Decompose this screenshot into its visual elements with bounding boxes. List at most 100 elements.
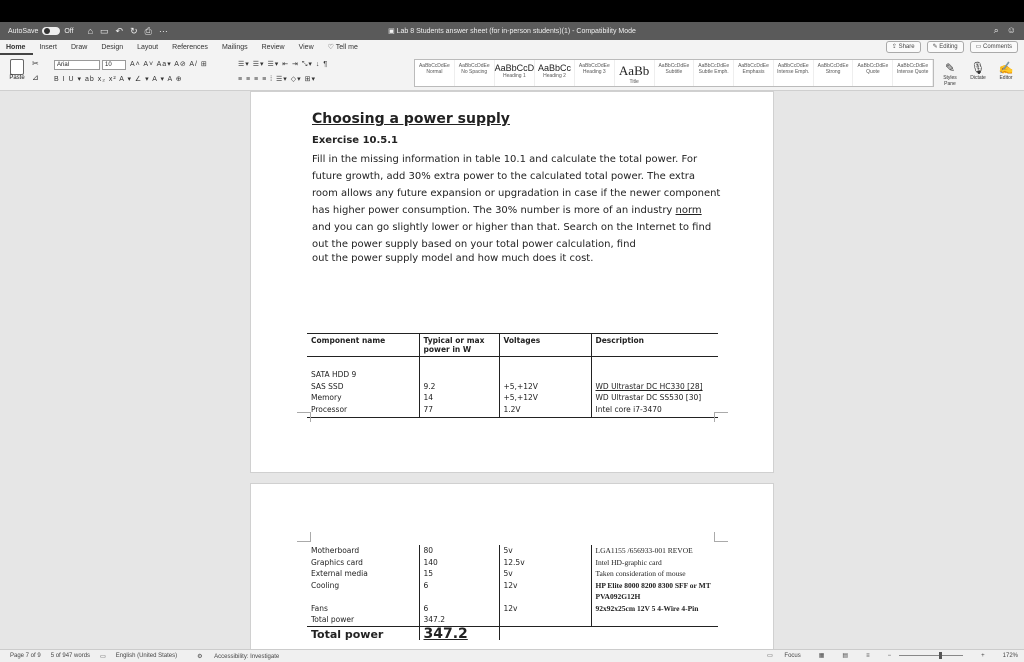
table-cell[interactable]: Intel HD-graphic card — [590, 556, 718, 568]
print-layout-icon[interactable]: ▦ — [819, 652, 825, 659]
table-cell[interactable]: 12v — [498, 602, 591, 614]
zoom-slider-knob[interactable] — [939, 652, 943, 659]
table-cell[interactable]: Memory — [307, 392, 419, 404]
tab-draw[interactable]: Draw — [65, 40, 95, 55]
table-cell[interactable]: SATA HDD 9 — [307, 357, 419, 381]
total-value[interactable]: 347.2 — [418, 625, 499, 641]
save-icon[interactable]: ▭ — [100, 26, 109, 37]
table-cell[interactable]: HP Elite 8000 8200 8300 SFF or MT PVA092… — [590, 579, 718, 603]
tab-insert[interactable]: Insert — [33, 40, 65, 55]
table-cell[interactable] — [590, 356, 718, 381]
account-icon[interactable]: ☺ — [1007, 25, 1016, 36]
style-normal[interactable]: AaBbCcDdEe Normal — [415, 60, 455, 86]
dictate-button[interactable]: 🎙 Dictate — [966, 61, 990, 81]
language-indicator[interactable]: English (United States) — [116, 653, 177, 659]
style-heading-1[interactable]: AaBbCcD Heading 1 — [495, 60, 536, 86]
total-label[interactable]: Total power — [307, 625, 419, 640]
undo-icon[interactable]: ↶ — [116, 26, 124, 37]
table-cell[interactable]: Motherboard — [307, 545, 419, 557]
table-cell[interactable]: 12.5v — [498, 556, 591, 568]
table-cell[interactable] — [590, 614, 718, 626]
style-heading-3[interactable]: AaBbCcDdEe Heading 3 — [575, 60, 615, 86]
tab-design[interactable]: Design — [95, 40, 131, 55]
list-buttons[interactable]: ☰▾ ☰▾ ☰▾ ⇤ ⇥ ⤡▾ ↓ ¶ — [238, 60, 328, 69]
accessibility-indicator[interactable]: ⚙ Accessibility: Investigate — [187, 653, 279, 660]
table-cell[interactable]: 77 — [418, 403, 499, 418]
font-name-select[interactable]: Arial — [54, 60, 100, 70]
table-cell[interactable]: 1.2V — [498, 403, 591, 418]
autosave-toggle[interactable]: AutoSave Off — [8, 27, 74, 35]
editing-button[interactable]: ✎ Editing — [926, 41, 964, 53]
share-button[interactable]: ⇪ Share — [885, 41, 921, 53]
table-cell[interactable]: 92x92x25cm 12V 5 4-Wire 4-Pin — [590, 602, 718, 614]
editor-button[interactable]: ✍ Editor — [994, 61, 1018, 81]
table-cell[interactable]: 80 — [418, 545, 499, 557]
styles-pane-button[interactable]: ✎ Styles Pane — [938, 61, 962, 87]
style-title[interactable]: AaBb Title — [615, 60, 655, 86]
alignment-buttons[interactable]: ≡ ≡ ≡ ≡ ⁞ ☰▾ ◇▾ ⊞▾ — [238, 75, 316, 83]
table-cell[interactable]: +5,+12V — [498, 380, 591, 392]
redo-icon[interactable]: ↻ — [130, 26, 138, 37]
tab-review[interactable]: Review — [256, 40, 293, 55]
table-cell[interactable]: 5v — [498, 568, 591, 580]
style-subtle-emphasis[interactable]: AaBbCcDdEe Subtle Emph. — [694, 60, 735, 86]
table-cell[interactable]: 140 — [418, 556, 499, 568]
table-cell[interactable]: Processor — [307, 403, 419, 418]
style-quote[interactable]: AaBbCcDdEe Quote — [853, 60, 894, 86]
font-size-grow-shrink[interactable]: A˄ A˅ Aa▾ A⊘ A/ ⊞ — [130, 60, 208, 68]
table-cell[interactable] — [498, 625, 591, 640]
table-cell[interactable]: 6 — [418, 602, 499, 614]
search-icon[interactable]: ⌕ — [994, 25, 999, 36]
tell-me-search[interactable]: ♡ Tell me — [322, 40, 366, 55]
font-format-buttons[interactable]: B I U ▾ ab x₂ x² A ▾ ∠ ▾ A ▾ A ⊕ — [54, 75, 183, 83]
comments-button[interactable]: ▭ Comments — [969, 41, 1018, 53]
font-size-select[interactable]: 10 — [102, 60, 126, 70]
format-painter-icon[interactable]: ⊿ — [32, 73, 40, 82]
table-cell[interactable] — [498, 356, 591, 381]
style-no-spacing[interactable]: AaBbCcDdEe No Spacing — [455, 60, 495, 86]
tab-layout[interactable]: Layout — [131, 40, 166, 55]
table-cell[interactable]: 347.2 — [418, 614, 499, 626]
tab-view[interactable]: View — [293, 40, 322, 55]
zoom-level[interactable]: 172% — [1003, 653, 1018, 659]
table-cell[interactable]: 15 — [418, 568, 499, 580]
zoom-slider[interactable] — [899, 652, 964, 659]
paste-button[interactable]: Paste — [6, 59, 28, 87]
more-icon[interactable]: ··· — [159, 26, 168, 37]
table-cell[interactable]: WD Ultrastar DC SS530 [30] — [590, 392, 718, 404]
document-page-1[interactable]: Choosing a power supply Exercise 10.5.1 … — [250, 91, 774, 473]
table-cell[interactable]: 12v — [498, 579, 591, 603]
style-strong[interactable]: AaBbCcDdEe Strong — [814, 60, 854, 86]
table-cell[interactable]: 9.2 — [418, 380, 499, 392]
outline-view-icon[interactable]: ≡ — [866, 653, 870, 659]
tab-references[interactable]: References — [166, 40, 216, 55]
proofing-icon[interactable]: ▭ — [100, 653, 106, 660]
style-intense-quote[interactable]: AaBbCcDdEe Intense Quote — [893, 60, 934, 86]
table-cell[interactable] — [591, 625, 718, 640]
table-cell[interactable]: Graphics card — [307, 557, 419, 569]
zoom-out-icon[interactable]: − — [888, 653, 892, 659]
table-cell[interactable] — [498, 614, 591, 626]
tab-home[interactable]: Home — [0, 40, 34, 55]
table-cell[interactable]: Intel core i7-3470 — [590, 403, 718, 418]
table-cell[interactable]: Fans — [307, 603, 419, 615]
table-cell[interactable]: SAS SSD — [307, 381, 419, 393]
tab-mailings[interactable]: Mailings — [216, 40, 256, 55]
style-emphasis[interactable]: AaBbCcDdEe Emphasis — [734, 60, 774, 86]
zoom-in-icon[interactable]: + — [981, 653, 985, 659]
table-cell[interactable]: LGA1155 /656933-001 REVOE — [590, 545, 718, 557]
table-cell[interactable]: 14 — [418, 392, 499, 404]
table-cell[interactable]: +5,+12V — [498, 392, 591, 404]
table-cell[interactable]: Total power — [307, 614, 419, 626]
style-subtitle[interactable]: AaBbCcDdEe Subtitle — [655, 60, 695, 86]
table-cell[interactable]: Taken consideration of mouse — [590, 568, 718, 580]
style-intense-emphasis[interactable]: AaBbCcDdEe Intense Emph. — [774, 60, 814, 86]
autosave-switch[interactable] — [42, 27, 61, 35]
style-heading-2[interactable]: AaBbCc Heading 2 — [535, 60, 575, 86]
table-cell[interactable] — [418, 356, 499, 381]
table-cell[interactable]: WD Ultrastar DC HC330 [28] — [590, 380, 718, 392]
page-count[interactable]: Page 7 of 9 — [10, 653, 41, 659]
focus-button[interactable]: ▭ Focus — [767, 652, 801, 659]
word-count[interactable]: 5 of 947 words — [51, 653, 90, 659]
table-cell[interactable]: 6 — [418, 579, 499, 603]
